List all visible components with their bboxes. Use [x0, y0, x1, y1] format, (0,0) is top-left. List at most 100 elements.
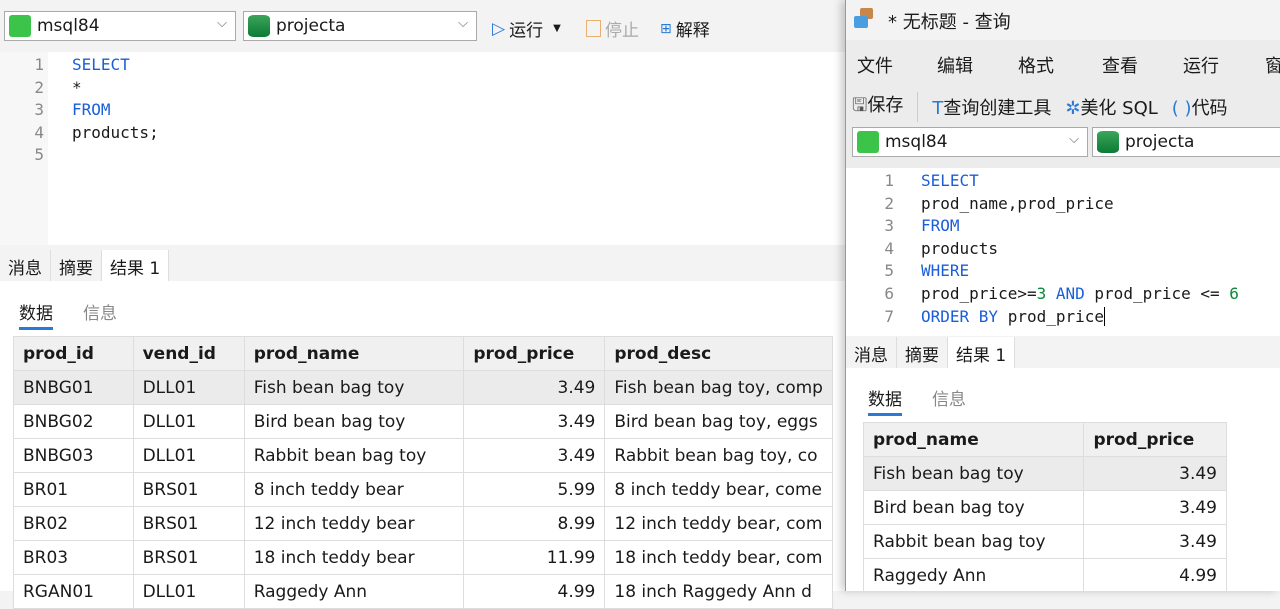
table-cell[interactable]: BR03 — [13, 540, 134, 575]
table-cell[interactable]: 3.49 — [463, 404, 606, 439]
table-cell[interactable]: 8.99 — [463, 506, 606, 541]
table-cell[interactable]: DLL01 — [132, 370, 245, 405]
table-cell[interactable]: 18 inch Raggedy Ann d — [604, 574, 833, 609]
result-tabs: 消息 摘要 结果 1 — [0, 250, 170, 283]
result-grid[interactable]: prod_id vend_id prod_name prod_price prod_de… — [13, 336, 833, 609]
tab-summary[interactable]: 摘要 — [897, 337, 948, 370]
column-header[interactable]: prod_name — [243, 336, 465, 371]
table-cell[interactable]: DLL01 — [132, 574, 245, 609]
table-cell[interactable]: Fish bean bag toy — [862, 456, 1085, 491]
column-header[interactable]: prod_desc — [604, 336, 833, 371]
subtab-data[interactable]: 数据 — [19, 299, 53, 330]
table-cell[interactable]: Bird bean bag toy — [243, 404, 465, 439]
header-row: prod_name prod_price — [862, 422, 1227, 457]
sql-editor[interactable]: 1234567 SELECT prod_name,prod_price FROM… — [846, 168, 1280, 336]
tab-messages[interactable]: 消息 — [846, 337, 897, 370]
explain-button[interactable]: ⊞ 解释 — [660, 16, 710, 42]
table-cell[interactable]: 8 inch teddy bear — [243, 472, 465, 507]
table-cell[interactable]: 5.99 — [463, 472, 606, 507]
column-header[interactable]: prod_price — [463, 336, 606, 371]
menu-window[interactable]: 窗 — [1265, 52, 1280, 78]
menu-edit[interactable]: 编辑 — [937, 52, 1018, 78]
sql-editor[interactable]: 12345 SELECT * FROM products; — [0, 52, 845, 245]
tab-messages[interactable]: 消息 — [0, 250, 51, 283]
table-cell[interactable]: 3.49 — [1083, 524, 1227, 559]
table-row[interactable]: Raggedy Ann 4.99 — [862, 558, 1227, 591]
table-row[interactable]: Rabbit bean bag toy 3.49 — [862, 524, 1227, 559]
menu-format[interactable]: 格式 — [1018, 52, 1102, 78]
column-header[interactable]: prod_name — [862, 422, 1085, 457]
menu-file[interactable]: 文件 — [857, 52, 937, 78]
database-select[interactable]: projecta ⌵ — [243, 11, 477, 41]
table-row[interactable]: Bird bean bag toy 3.49 — [862, 490, 1227, 525]
connection-value: msql84 — [37, 16, 100, 36]
subtab-data[interactable]: 数据 — [868, 385, 902, 416]
save-button[interactable]: 🖫保存 — [852, 91, 903, 123]
table-cell[interactable]: 12 inch teddy bear — [243, 506, 465, 541]
beautify-sql-button[interactable]: ✲美化 SQL — [1065, 94, 1157, 120]
table-cell[interactable]: Rabbit bean bag toy — [862, 524, 1085, 559]
table-row[interactable]: BR01 BRS01 8 inch teddy bear 5.99 8 inch ted… — [13, 472, 833, 507]
table-cell[interactable]: Raggedy Ann — [243, 574, 465, 609]
tab-summary[interactable]: 摘要 — [51, 250, 102, 283]
database-select[interactable]: projecta — [1092, 127, 1280, 157]
table-cell[interactable]: Rabbit bean bag toy — [243, 438, 465, 473]
table-cell[interactable]: 3.49 — [463, 438, 606, 473]
result-grid[interactable]: prod_name prod_price Fish bean bag toy 3.49… — [862, 422, 1227, 591]
table-cell[interactable]: 4.99 — [463, 574, 606, 609]
table-cell[interactable]: Raggedy Ann — [862, 558, 1085, 591]
table-cell[interactable]: 18 inch teddy bear, com — [604, 540, 833, 575]
subtab-info[interactable]: 信息 — [932, 385, 966, 416]
column-header[interactable]: prod_price — [1083, 422, 1227, 457]
table-cell[interactable]: BNBG01 — [13, 370, 134, 405]
table-row[interactable]: BR03 BRS01 18 inch teddy bear 11.99 18 inch … — [13, 540, 833, 575]
table-cell[interactable]: 4.99 — [1083, 558, 1227, 591]
connection-select[interactable]: msql84 ⌵ — [852, 127, 1088, 157]
database-value: projecta — [1125, 132, 1195, 152]
table-cell[interactable]: BRS01 — [132, 540, 245, 575]
table-row[interactable]: Fish bean bag toy 3.49 — [862, 456, 1227, 491]
table-cell[interactable]: Bird bean bag toy — [862, 490, 1085, 525]
subtab-info[interactable]: 信息 — [83, 299, 117, 330]
stop-button[interactable]: 停止 — [586, 16, 639, 41]
table-cell[interactable]: 12 inch teddy bear, com — [604, 506, 833, 541]
table-cell[interactable]: Fish bean bag toy — [243, 370, 465, 405]
table-cell[interactable]: Fish bean bag toy, comp — [604, 370, 833, 405]
column-header[interactable]: prod_id — [13, 336, 134, 371]
connection-select[interactable]: msql84 ⌵ — [4, 11, 236, 41]
table-cell[interactable]: 8 inch teddy bear, come — [604, 472, 833, 507]
table-cell[interactable]: BR02 — [13, 506, 134, 541]
table-cell[interactable]: 18 inch teddy bear — [243, 540, 465, 575]
code-button[interactable]: ( )代码 — [1172, 94, 1228, 120]
table-cell[interactable]: BRS01 — [132, 506, 245, 541]
run-button[interactable]: ▷ 运行 ▼ — [492, 16, 561, 42]
menu-run[interactable]: 运行 — [1183, 52, 1265, 78]
table-row[interactable]: BNBG03 DLL01 Rabbit bean bag toy 3.49 Rabbit… — [13, 438, 833, 473]
tab-result-1[interactable]: 结果 1 — [102, 250, 170, 283]
menu-view[interactable]: 查看 — [1102, 52, 1183, 78]
line-numbers: 1234567 — [884, 171, 894, 326]
table-cell[interactable]: BRS01 — [132, 472, 245, 507]
table-cell[interactable]: BNBG02 — [13, 404, 134, 439]
table-row[interactable]: BR02 BRS01 12 inch teddy bear 8.99 12 inch t… — [13, 506, 833, 541]
table-cell[interactable]: BNBG03 — [13, 438, 134, 473]
table-cell[interactable]: 3.49 — [463, 370, 606, 405]
table-cell[interactable]: 3.49 — [1083, 490, 1227, 525]
table-cell[interactable]: DLL01 — [132, 404, 245, 439]
builder-label: 查询创建工具 — [943, 98, 1052, 119]
table-cell[interactable]: RGAN01 — [13, 574, 134, 609]
table-row[interactable]: BNBG02 DLL01 Bird bean bag toy 3.49 Bird bea… — [13, 404, 833, 439]
table-cell[interactable]: Rabbit bean bag toy, co — [604, 438, 833, 473]
table-cell[interactable]: 11.99 — [463, 540, 606, 575]
app-icon — [854, 8, 874, 30]
column-header[interactable]: vend_id — [132, 336, 245, 371]
table-cell[interactable]: BR01 — [13, 472, 134, 507]
tab-result-1[interactable]: 结果 1 — [948, 337, 1016, 370]
table-row[interactable]: RGAN01 DLL01 Raggedy Ann 4.99 18 inch Ragged… — [13, 574, 833, 609]
query-builder-button[interactable]: T查询创建工具 — [932, 94, 1051, 120]
table-cell[interactable]: Bird bean bag toy, eggs — [604, 404, 833, 439]
table-cell[interactable]: 3.49 — [1083, 456, 1227, 491]
dropdown-arrow-icon[interactable]: ▼ — [553, 23, 561, 34]
table-row[interactable]: BNBG01 DLL01 Fish bean bag toy 3.49 Fish bea… — [13, 370, 833, 405]
table-cell[interactable]: DLL01 — [132, 438, 245, 473]
